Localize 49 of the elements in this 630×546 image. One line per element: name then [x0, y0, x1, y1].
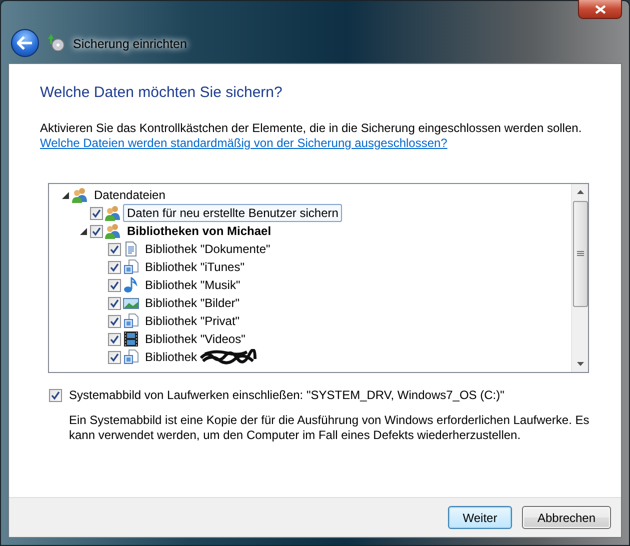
tree-item[interactable]: Bibliothek "iTunes" — [141, 258, 248, 276]
library-icon — [123, 259, 139, 275]
tree-item[interactable]: Bibliothek "Videos" — [141, 330, 250, 348]
backup-icon — [47, 33, 65, 51]
checkbox[interactable] — [108, 278, 121, 292]
close-icon — [594, 4, 606, 14]
tree-item[interactable]: Bibliothek — [141, 348, 202, 366]
tree-item[interactable]: Bibliothek "Musik" — [141, 276, 244, 294]
checkbox[interactable] — [49, 388, 62, 402]
tree-item[interactable]: Bibliothek "Bilder" — [141, 294, 244, 312]
close-button[interactable] — [578, 0, 622, 19]
document-icon — [123, 241, 139, 257]
tree-item[interactable]: Datendateien — [90, 186, 170, 204]
picture-icon — [123, 295, 139, 311]
dialog-button[interactable]: Weiter — [448, 506, 512, 529]
checkbox[interactable] — [90, 206, 103, 220]
tree-item[interactable]: Daten für neu erstellte Benutzer sichern — [123, 204, 342, 222]
tree-item[interactable]: Bibliotheken von Michael — [123, 222, 276, 240]
checkbox[interactable] — [108, 296, 121, 310]
instruction-text: Aktivieren Sie das Kontrollkästchen der Elemente, die in die Sicherung eingeschlossen werden sollen. — [40, 121, 583, 136]
description-text: Ein Systemabbild ist eine Kopie der für die Ausführung von Windows erforderlichen Laufwerke. Es kann verwendet werden, um den Computer im Fall eines Defekts wiederherzustellen. — [69, 413, 590, 443]
grip-icon — [576, 251, 584, 257]
back-arrow-icon — [17, 36, 33, 50]
checkbox[interactable] — [108, 242, 121, 256]
users-icon — [105, 223, 121, 239]
excluded-files-link[interactable]: Welche Dateien werden standardmäßig von der Sicherung ausgeschlossen? — [40, 136, 448, 150]
scroll-down-icon — [576, 362, 584, 366]
tree-item[interactable]: Bibliothek "Dokumente" — [141, 240, 274, 258]
film-icon — [123, 331, 139, 347]
tree-item[interactable]: Bibliothek "Privat" — [141, 312, 244, 330]
users-icon — [72, 187, 88, 203]
checkbox[interactable] — [90, 224, 103, 238]
library-icon — [123, 313, 139, 329]
users-icon — [105, 205, 121, 221]
music-note-icon — [123, 277, 139, 293]
scrollbar[interactable] — [571, 184, 588, 372]
page-heading: Welche Daten möchten Sie sichern? — [40, 84, 284, 101]
scroll-up-icon — [576, 190, 584, 194]
expand-arrow-icon[interactable] — [79, 226, 88, 236]
window-title: Sicherung einrichten — [73, 37, 187, 51]
checkbox[interactable] — [108, 314, 121, 328]
checkbox-label: Systemabbild von Laufwerken einschließen: "SYSTEM_DRV, Windows7_OS (C:)" — [69, 388, 504, 402]
checkbox[interactable] — [108, 332, 121, 346]
back-button[interactable] — [11, 29, 39, 57]
expand-arrow-icon[interactable] — [61, 190, 70, 200]
library-icon — [123, 349, 139, 365]
dialog-button[interactable]: Abbrechen — [522, 506, 611, 529]
checkbox[interactable] — [108, 260, 121, 274]
checkbox[interactable] — [108, 350, 121, 364]
